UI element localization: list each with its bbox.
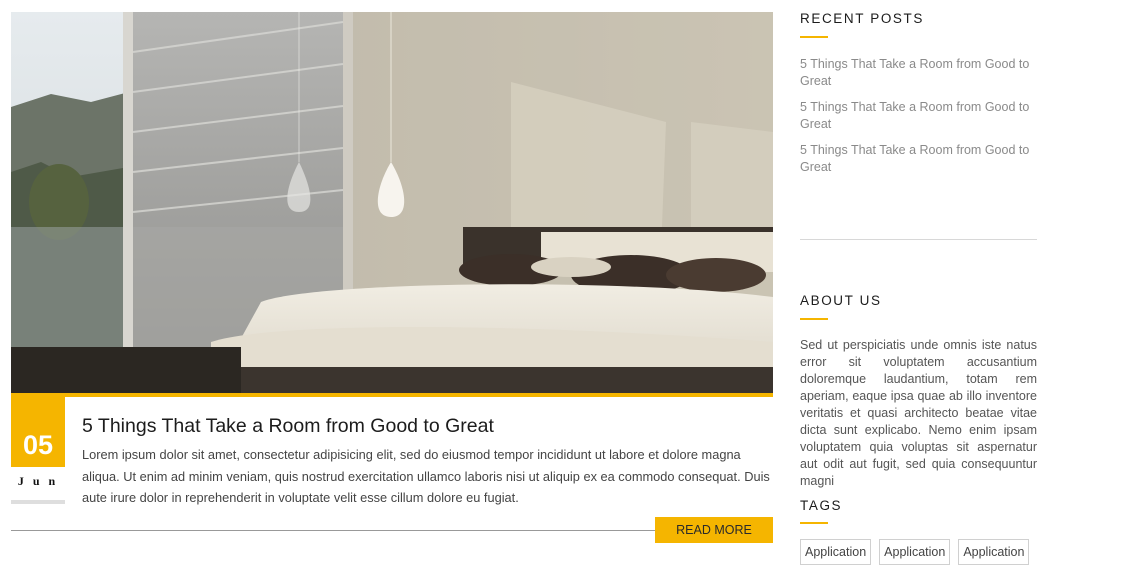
tag-link[interactable]: Application: [958, 539, 1030, 565]
image-accent-rule: [11, 393, 773, 397]
recent-posts-list: 5 Things That Take a Room from Good to G…: [800, 56, 1037, 185]
read-more-button[interactable]: READ MORE: [655, 517, 773, 543]
post-excerpt: Lorem ipsum dolor sit amet, consectetur …: [82, 447, 770, 505]
list-item: 5 Things That Take a Room from Good to G…: [800, 56, 1037, 90]
tag-link[interactable]: Application: [800, 539, 872, 565]
date-underline: [11, 500, 65, 504]
about-us-title: ABOUT US: [800, 293, 882, 308]
about-us-accent: [800, 318, 828, 320]
post-date-month: Jun: [17, 474, 65, 488]
about-us-text: Sed ut perspiciatis unde omnis iste natu…: [800, 338, 1037, 488]
recent-posts-accent: [800, 36, 828, 38]
bedroom-photo: [11, 12, 773, 393]
post-featured-image[interactable]: [11, 12, 773, 393]
tag-cloud: Application Application Application: [800, 539, 1030, 565]
recent-posts-title: RECENT POSTS: [800, 11, 924, 26]
tags-accent: [800, 522, 828, 524]
post-divider: [11, 530, 656, 531]
post-date-day: 05: [11, 397, 65, 467]
recent-post-link[interactable]: 5 Things That Take a Room from Good to G…: [800, 100, 1029, 131]
recent-post-link[interactable]: 5 Things That Take a Room from Good to G…: [800, 143, 1029, 174]
list-item: 5 Things That Take a Room from Good to G…: [800, 142, 1037, 176]
tag-link[interactable]: Application: [879, 539, 951, 565]
recent-post-link[interactable]: 5 Things That Take a Room from Good to G…: [800, 57, 1029, 88]
post-title[interactable]: 5 Things That Take a Room from Good to G…: [82, 413, 762, 439]
list-item: 5 Things That Take a Room from Good to G…: [800, 99, 1037, 133]
tags-title: TAGS: [800, 498, 843, 513]
sidebar-divider: [800, 239, 1037, 240]
